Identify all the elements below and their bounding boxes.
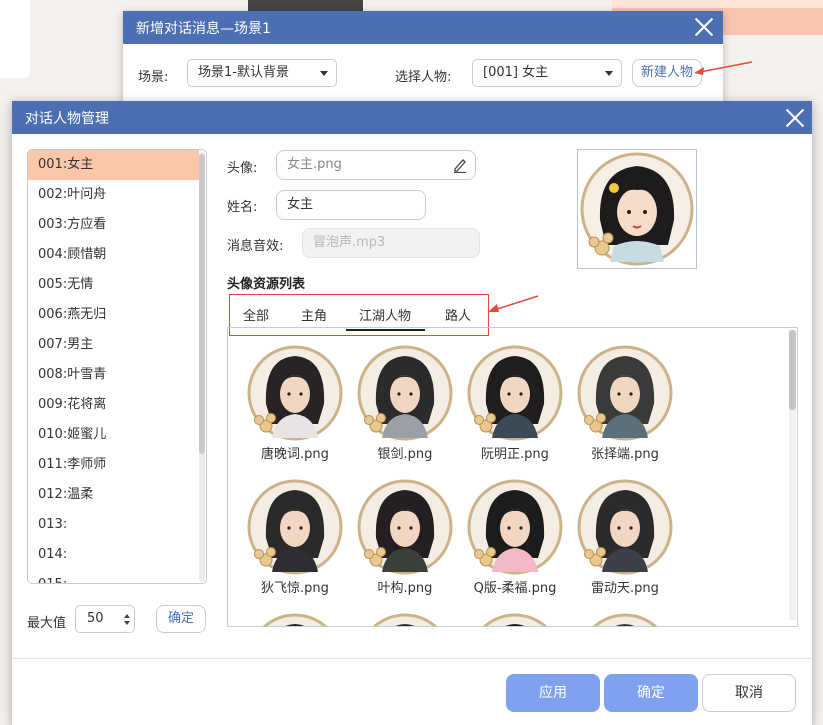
pencil-icon[interactable] bbox=[453, 157, 467, 173]
tab-jianghu[interactable]: 江湖人物 bbox=[345, 305, 426, 331]
name-input[interactable]: 女主 bbox=[276, 190, 426, 220]
background-card bbox=[0, 0, 30, 78]
character-select-value: [001] 女主 bbox=[483, 65, 549, 80]
avatar-item[interactable] bbox=[350, 612, 460, 626]
character-portrait-icon bbox=[577, 479, 673, 575]
character-portrait-icon bbox=[357, 479, 453, 575]
stepper-up-icon[interactable] bbox=[124, 614, 130, 618]
character-portrait-icon bbox=[247, 479, 343, 575]
list-item[interactable]: 004:顾惜朝 bbox=[28, 240, 199, 270]
character-manager-header: 对话人物管理 bbox=[12, 101, 812, 134]
avatar-filename: 雷动天.png bbox=[591, 581, 659, 596]
tab-protagonist[interactable]: 主角 bbox=[301, 305, 327, 324]
list-item[interactable]: 011:李师师 bbox=[28, 450, 199, 480]
close-icon[interactable] bbox=[691, 14, 717, 40]
character-portrait-icon bbox=[577, 345, 673, 441]
sound-label: 消息音效: bbox=[227, 239, 284, 254]
avatar-label: 头像: bbox=[227, 161, 258, 176]
character-portrait-icon bbox=[592, 613, 658, 626]
avatar-gallery: 雷动天.png Q版-柔福.png 叶构.png 狄飞惊.png 张择端.png… bbox=[227, 327, 798, 627]
character-portrait-icon bbox=[372, 613, 438, 626]
new-dialog-message-window: 新增对话消息—场景1 场景: 场景1-默认背景 选择人物: [001] 女主 新… bbox=[123, 11, 723, 111]
avatar-item[interactable]: 唐晚词.png bbox=[240, 344, 350, 474]
new-dialog-title: 新增对话消息—场景1 bbox=[136, 20, 271, 37]
avatar-filename: 狄飞惊.png bbox=[261, 581, 329, 596]
list-item[interactable]: 015: bbox=[28, 570, 199, 583]
sound-input: 冒泡声.mp3 bbox=[302, 228, 480, 258]
chevron-down-icon bbox=[605, 71, 613, 76]
character-manager-title: 对话人物管理 bbox=[25, 110, 109, 127]
avatar-input-value: 女主.png bbox=[287, 157, 342, 172]
dialog-footer: 应用 确定 取消 bbox=[12, 658, 812, 725]
character-portrait-icon bbox=[357, 345, 453, 441]
apply-button[interactable]: 应用 bbox=[506, 674, 600, 712]
list-item[interactable]: 012:温柔 bbox=[28, 480, 199, 510]
list-item[interactable]: 003:方应看 bbox=[28, 210, 199, 240]
avatar-resource-title: 头像资源列表 bbox=[227, 277, 306, 292]
avatar-filename: 阮明正.png bbox=[481, 447, 549, 462]
list-item[interactable]: 014: bbox=[28, 540, 199, 570]
character-label: 选择人物: bbox=[395, 70, 452, 85]
list-item[interactable]: 006:燕无归 bbox=[28, 300, 199, 330]
cancel-button[interactable]: 取消 bbox=[702, 674, 796, 712]
list-item[interactable]: 009:花将离 bbox=[28, 390, 199, 420]
new-dialog-header: 新增对话消息—场景1 bbox=[123, 11, 723, 44]
avatar-item[interactable] bbox=[240, 612, 350, 626]
chevron-down-icon bbox=[320, 71, 328, 76]
scene-select-value: 场景1-默认背景 bbox=[198, 65, 289, 80]
scene-label: 场景: bbox=[138, 70, 169, 85]
list-item[interactable]: 007:男主 bbox=[28, 330, 199, 360]
avatar-item[interactable]: 阮明正.png bbox=[460, 344, 570, 474]
avatar-filename: 张择端.png bbox=[591, 447, 659, 462]
avatar-preview bbox=[577, 149, 697, 269]
avatar-filename: 银剑.png bbox=[377, 447, 433, 462]
avatar-item[interactable]: 叶构.png bbox=[350, 478, 460, 608]
avatar-filename: 叶构.png bbox=[377, 581, 433, 596]
list-item[interactable]: 005:无情 bbox=[28, 270, 199, 300]
character-portrait-icon bbox=[262, 613, 328, 626]
avatar-filename: 唐晚词.png bbox=[261, 447, 329, 462]
character-portrait-icon bbox=[467, 479, 563, 575]
avatar-item[interactable]: 狄飞惊.png bbox=[240, 478, 350, 608]
avatar-input[interactable]: 女主.png bbox=[276, 150, 476, 180]
max-value-label: 最大值 bbox=[27, 616, 67, 631]
character-portrait-icon bbox=[247, 345, 343, 441]
tab-all[interactable]: 全部 bbox=[243, 305, 269, 324]
character-portrait-icon bbox=[482, 613, 548, 626]
close-icon[interactable] bbox=[782, 105, 808, 131]
new-dialog-form-row: 场景: 场景1-默认背景 选择人物: [001] 女主 新建人物 bbox=[123, 44, 723, 104]
list-item[interactable]: 008:叶雪青 bbox=[28, 360, 199, 390]
stepper-down-icon[interactable] bbox=[124, 621, 130, 625]
list-item[interactable]: 002:叶问舟 bbox=[28, 180, 199, 210]
name-label: 姓名: bbox=[227, 200, 258, 215]
max-value-text: 50 bbox=[87, 611, 104, 626]
character-portrait-icon bbox=[467, 345, 563, 441]
new-character-button[interactable]: 新建人物 bbox=[632, 59, 702, 87]
avatar-filename: Q版-柔福.png bbox=[473, 581, 557, 596]
female-portrait-icon bbox=[580, 152, 694, 266]
list-scrollbar-thumb[interactable] bbox=[199, 154, 205, 454]
avatar-item[interactable]: 张择端.png bbox=[570, 344, 680, 474]
scene-select[interactable]: 场景1-默认背景 bbox=[187, 59, 337, 87]
avatar-item[interactable]: Q版-柔福.png bbox=[460, 478, 570, 608]
list-item[interactable]: 010:姬蜜儿 bbox=[28, 420, 199, 450]
character-manager-window: 对话人物管理 001:女主 002:叶问舟 003:方应看 004:顾惜朝 005:无情… bbox=[12, 101, 812, 725]
character-select[interactable]: [001] 女主 bbox=[472, 59, 622, 87]
tab-passerby[interactable]: 路人 bbox=[445, 305, 471, 324]
list-item[interactable]: 013: bbox=[28, 510, 199, 540]
avatar-item[interactable]: 雷动天.png bbox=[570, 478, 680, 608]
avatar-item[interactable]: 银剑.png bbox=[350, 344, 460, 474]
avatar-item[interactable] bbox=[460, 612, 570, 626]
character-list[interactable]: 001:女主 002:叶问舟 003:方应看 004:顾惜朝 005:无情 006:燕无归… bbox=[27, 149, 207, 584]
gallery-scrollbar-thumb[interactable] bbox=[789, 330, 796, 410]
ok-button[interactable]: 确定 bbox=[604, 674, 698, 712]
max-confirm-button[interactable]: 确定 bbox=[156, 605, 206, 633]
list-item[interactable]: 001:女主 bbox=[28, 150, 199, 180]
avatar-item[interactable] bbox=[570, 612, 680, 626]
max-value-stepper[interactable]: 50 bbox=[75, 605, 135, 633]
